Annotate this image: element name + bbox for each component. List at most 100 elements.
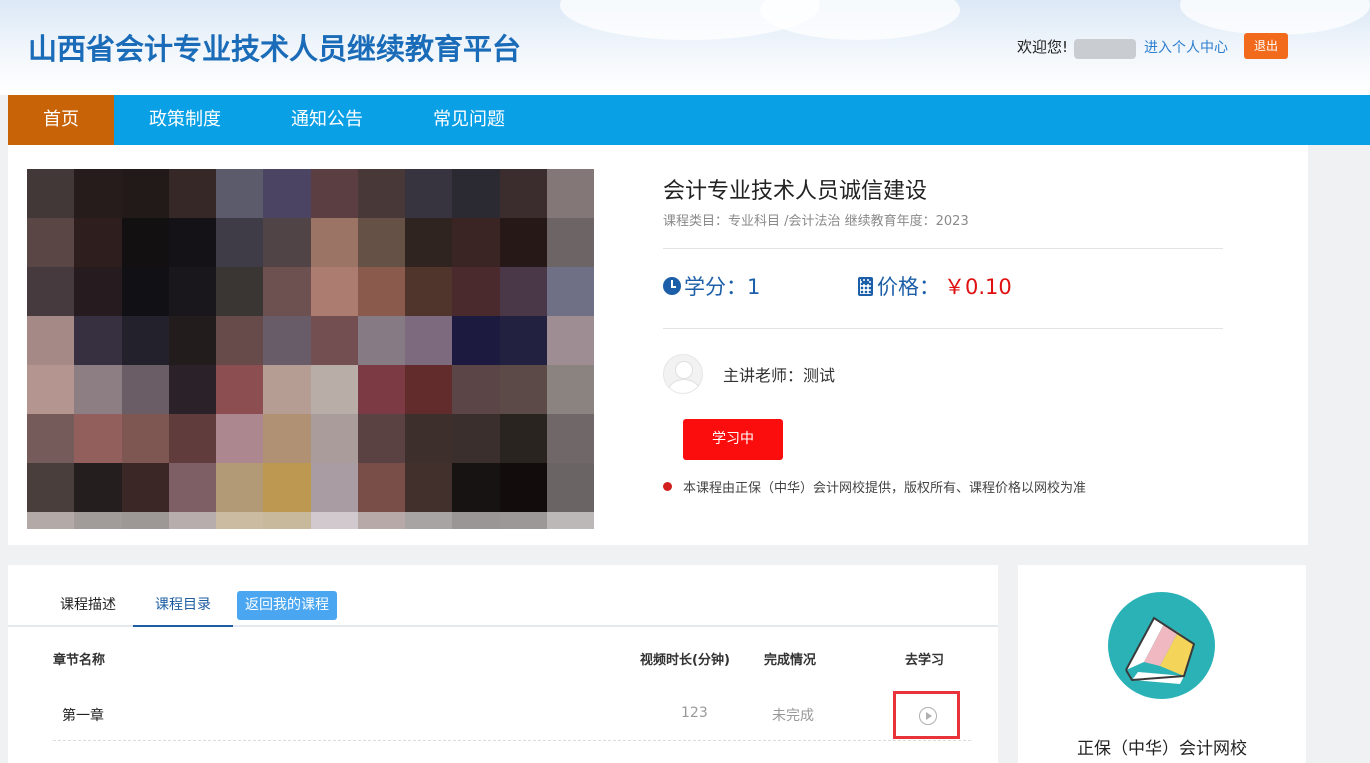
thumbnail-pixel (74, 316, 122, 365)
thumbnail-pixel (121, 463, 169, 512)
thumbnail-pixel (546, 365, 594, 414)
divider (663, 248, 1223, 249)
thumbnail-pixel (310, 365, 358, 414)
thumbnail-pixel (168, 316, 216, 365)
thumbnail-pixel (546, 218, 594, 267)
thumbnail-pixel (310, 169, 358, 218)
thumbnail-pixel (263, 169, 311, 218)
row-divider (53, 740, 971, 741)
tab-catalog[interactable]: 课程目录 (133, 585, 233, 627)
nav-item-notices[interactable]: 通知公告 (256, 95, 398, 145)
nav-item-faq[interactable]: 常见问题 (398, 95, 540, 145)
thumbnail-pixel (74, 169, 122, 218)
thumbnail-pixel (546, 414, 594, 463)
thumbnail-pixel (74, 365, 122, 414)
thumbnail-pixel (310, 267, 358, 316)
thumbnail-pixel (121, 316, 169, 365)
chapter-status: 未完成 (772, 708, 814, 724)
thumbnail-pixel (168, 365, 216, 414)
school-logo-mark-icon (1125, 616, 1196, 684)
logout-button[interactable]: 退出 (1244, 33, 1288, 59)
thumbnail-pixel (216, 169, 264, 218)
thumbnail-pixel (27, 463, 75, 512)
calculator-icon (858, 276, 873, 296)
header-cloud (760, 0, 960, 40)
main-nav: 首页 政策制度 通知公告 常见问题 (8, 95, 1370, 145)
thumbnail-pixel (27, 414, 75, 463)
thumbnail-pixel (74, 218, 122, 267)
school-logo (1108, 592, 1215, 699)
thumbnail-pixel (216, 414, 264, 463)
thumbnail-pixel (310, 463, 358, 512)
thumbnail-pixel (499, 316, 547, 365)
thumbnail-pixel (121, 267, 169, 316)
thumbnail-pixel (263, 267, 311, 316)
site-title: 山西省会计专业技术人员继续教育平台 (28, 32, 522, 66)
site-header: 山西省会计专业技术人员继续教育平台 欢迎您! 进入个人中心 退出 (0, 0, 1370, 95)
thumbnail-pixel (168, 267, 216, 316)
thumbnail-pixel (546, 316, 594, 365)
thumbnail-pixel (216, 512, 264, 529)
thumbnail-pixel (27, 267, 75, 316)
tab-description[interactable]: 课程描述 (33, 585, 143, 627)
user-center-link[interactable]: 进入个人中心 (1144, 37, 1228, 57)
chapter-duration: 123 (681, 705, 708, 721)
study-button[interactable]: 学习中 (683, 419, 783, 460)
thumbnail-pixel (357, 169, 405, 218)
thumbnail-pixel (216, 365, 264, 414)
price-info: 价格： ￥0.10 (858, 271, 1012, 301)
header-cloud (1180, 0, 1370, 35)
thumbnail-pixel (263, 218, 311, 267)
thumbnail-pixel (310, 218, 358, 267)
thumbnail-pixel (168, 463, 216, 512)
col-header-duration: 视频时长(分钟) (640, 653, 730, 668)
thumbnail-pixel (405, 463, 453, 512)
school-name: 正保（中华）会计网校 (1077, 739, 1247, 759)
thumbnail-pixel (121, 512, 169, 529)
thumbnail-pixel (499, 218, 547, 267)
thumbnail-pixel (405, 316, 453, 365)
thumbnail-pixel (310, 316, 358, 365)
thumbnail-pixel (168, 169, 216, 218)
thumbnail-pixel (452, 267, 500, 316)
thumbnail-pixel (405, 512, 453, 529)
thumbnail-pixel (357, 512, 405, 529)
back-to-my-courses-button[interactable]: 返回我的课程 (237, 591, 337, 620)
play-icon[interactable] (919, 707, 937, 725)
nav-item-policy[interactable]: 政策制度 (114, 95, 256, 145)
thumbnail-pixel (499, 414, 547, 463)
thumbnail-pixel (546, 169, 594, 218)
thumbnail-pixel (263, 414, 311, 463)
credit-info: 学分：1 (663, 271, 760, 301)
thumbnail-pixel (452, 169, 500, 218)
thumbnail-pixel (168, 512, 216, 529)
thumbnail-pixel (405, 365, 453, 414)
thumbnail-pixel (405, 267, 453, 316)
thumbnail-pixel (216, 316, 264, 365)
thumbnail-pixel (405, 169, 453, 218)
nav-item-home[interactable]: 首页 (8, 95, 114, 145)
thumbnail-pixel (499, 463, 547, 512)
thumbnail-pixel (263, 512, 311, 529)
col-header-status: 完成情况 (764, 653, 817, 668)
price-value: ￥0.10 (944, 275, 1012, 299)
thumbnail-pixel (499, 512, 547, 529)
thumbnail-pixel (546, 267, 594, 316)
course-detail-panel: 课程描述 课程目录 返回我的课程 章节名称 视频时长(分钟) 完成情况 去学习 … (8, 565, 998, 763)
thumbnail-pixel (405, 218, 453, 267)
thumbnail-pixel (27, 316, 75, 365)
thumbnail-pixel (452, 218, 500, 267)
copyright-notice: 本课程由正保（中华）会计网校提供，版权所有、课程价格以网校为准 (663, 477, 1086, 496)
thumbnail-pixel (452, 414, 500, 463)
thumbnail-pixel (27, 169, 75, 218)
course-meta: 课程类目：专业科目 /会计法治 继续教育年度：2023 (663, 214, 969, 229)
thumbnail-pixel (357, 365, 405, 414)
col-header-chapter: 章节名称 (53, 653, 106, 668)
thumbnail-pixel (168, 218, 216, 267)
price-label: 价格： (877, 275, 940, 299)
teacher-avatar (663, 354, 703, 394)
provider-panel: 正保（中华）会计网校 (1018, 565, 1306, 763)
thumbnail-pixel (310, 414, 358, 463)
thumbnail-pixel (310, 512, 358, 529)
thumbnail-pixel (452, 365, 500, 414)
